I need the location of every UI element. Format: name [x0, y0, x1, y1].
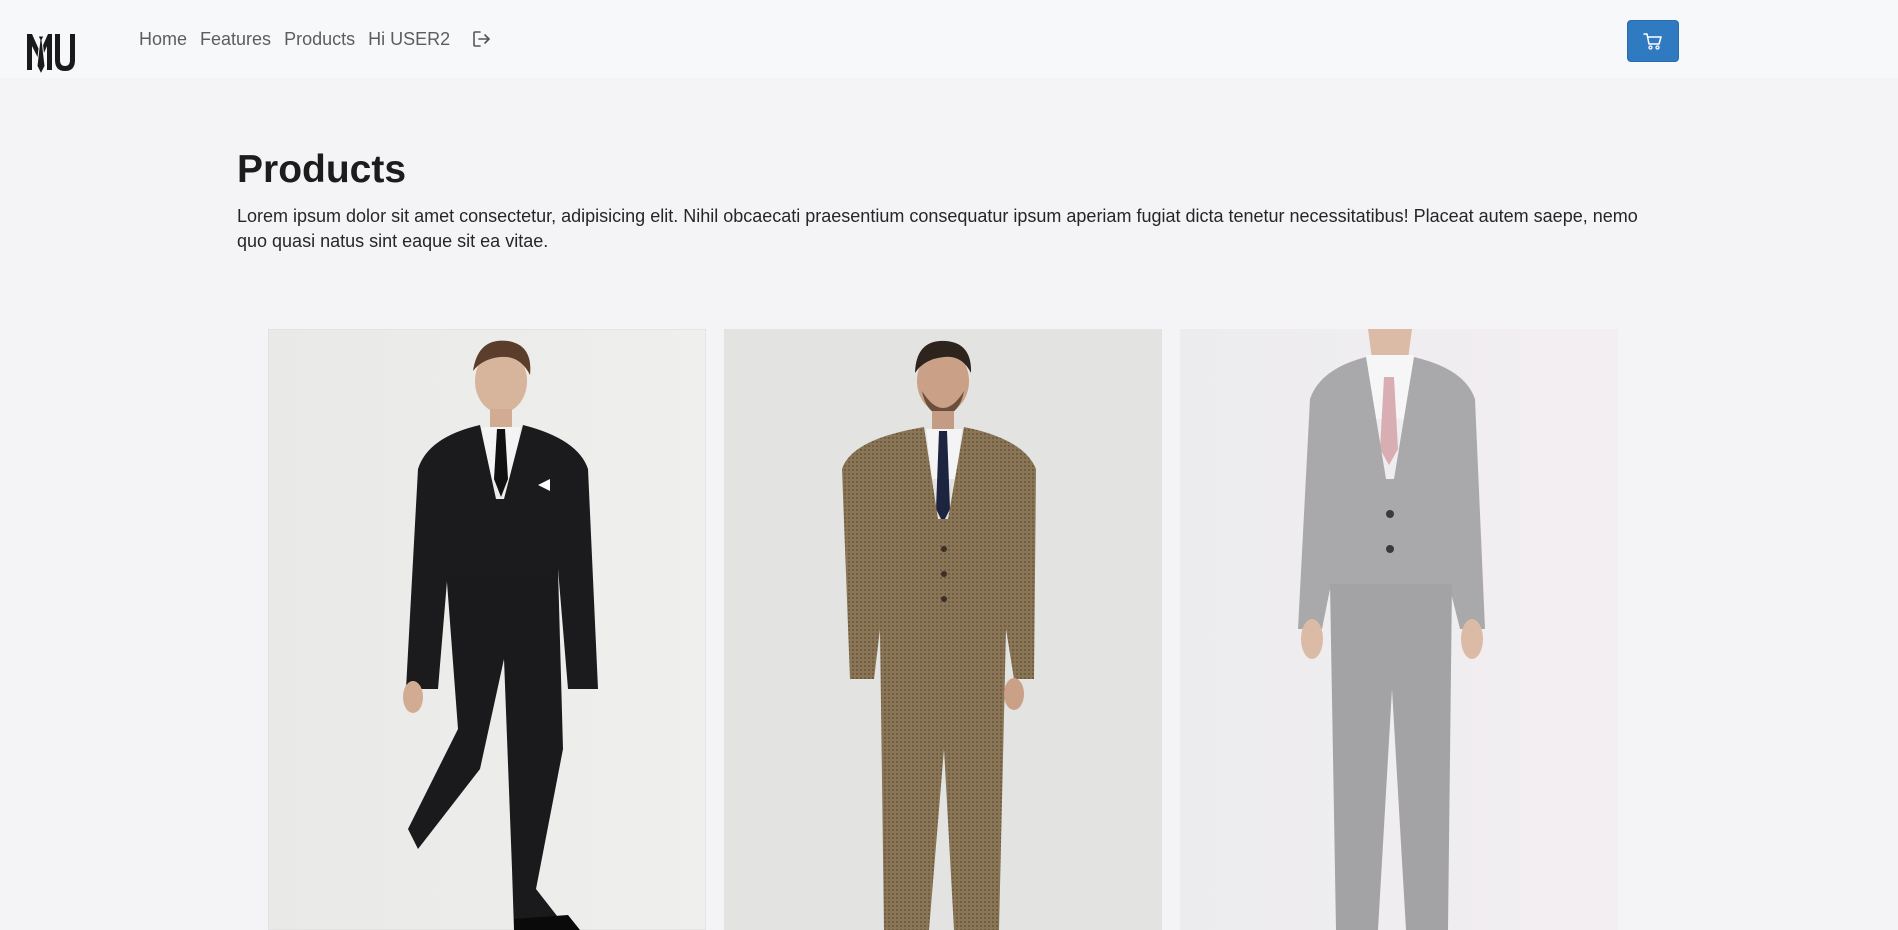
- nav-links: Home Features Products Hi USER2: [139, 28, 493, 50]
- nav-products-link[interactable]: Products: [284, 29, 355, 50]
- logout-icon[interactable]: [471, 28, 493, 50]
- product-card[interactable]: [724, 329, 1162, 930]
- brand-logo[interactable]: [26, 30, 78, 82]
- product-image: [724, 329, 1162, 930]
- nav-features-link[interactable]: Features: [200, 29, 271, 50]
- product-grid: [268, 329, 1636, 930]
- page-title: Products: [237, 148, 407, 191]
- cart-button[interactable]: [1627, 20, 1679, 62]
- product-card[interactable]: [268, 329, 706, 930]
- product-image: [268, 329, 706, 930]
- page-description: Lorem ipsum dolor sit amet consectetur, …: [237, 206, 1638, 251]
- product-image: [1180, 329, 1618, 930]
- product-card[interactable]: [1180, 329, 1618, 930]
- navbar: Home Features Products Hi USER2: [0, 0, 1898, 78]
- cart-icon: [1643, 33, 1662, 50]
- nav-user-greeting[interactable]: Hi USER2: [368, 29, 450, 50]
- nav-home-link[interactable]: Home: [139, 29, 187, 50]
- mu-logo-icon: [27, 34, 75, 76]
